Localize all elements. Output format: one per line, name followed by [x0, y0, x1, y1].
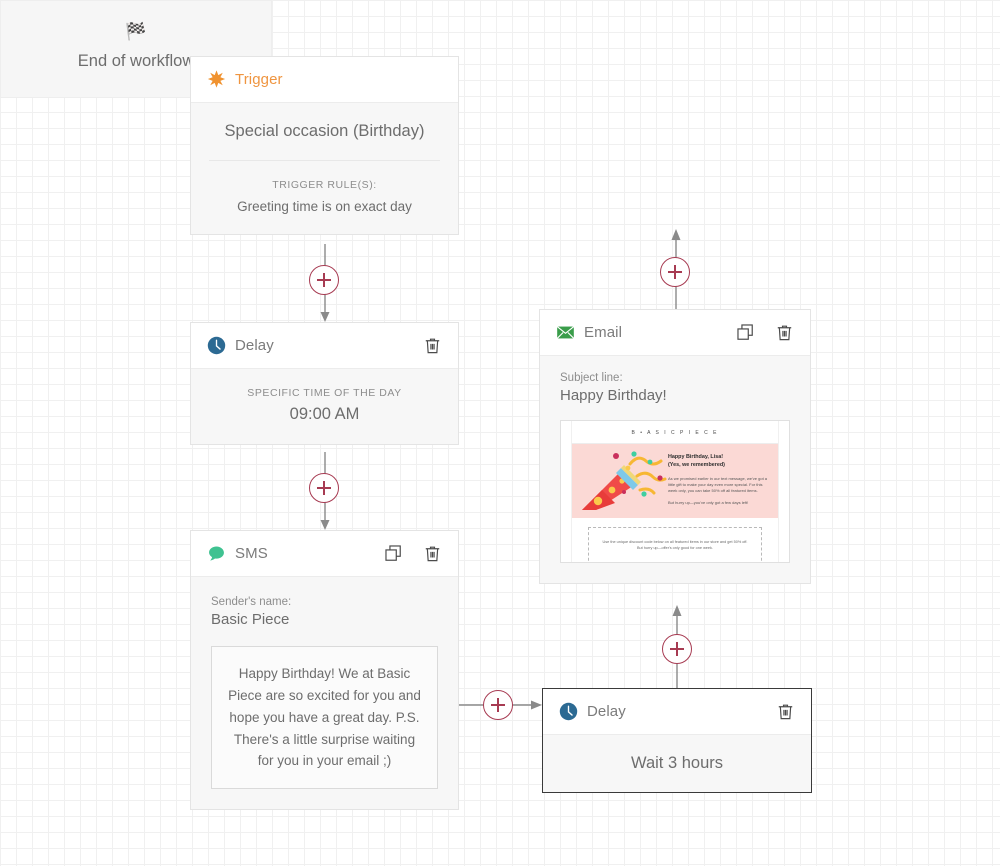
trigger-node-header: Trigger — [191, 57, 458, 103]
add-step-after-delay-1[interactable] — [309, 473, 339, 503]
sms-node[interactable]: SMS Sender's name: Basic Piece Happy Bir… — [190, 530, 459, 811]
email-preview-heading-2: (Yes, we remembered) — [668, 462, 725, 469]
add-step-after-sms[interactable] — [483, 690, 513, 720]
email-preview-brand: B • A S I C P I E C E — [572, 421, 778, 444]
email-node[interactable]: Email Subject line: Happy Birthday! B • … — [539, 309, 811, 584]
clock-icon — [207, 336, 226, 355]
delay-node-1-caption: SPECIFIC TIME OF THE DAY — [247, 387, 402, 399]
copy-icon[interactable] — [736, 323, 755, 342]
delay-node-2[interactable]: Delay Wait 3 hours — [542, 688, 812, 793]
email-preview-paragraph-2: But hurry up—you've only got a few days … — [668, 499, 749, 505]
trigger-rules-caption: TRIGGER RULE(S): — [272, 179, 377, 191]
trigger-rule-value: Greeting time is on exact day — [237, 199, 412, 214]
email-preview-hero: Happy Birthday, Lisa! (Yes, we remembere… — [572, 444, 778, 518]
delay-node-1-body: SPECIFIC TIME OF THE DAY 09:00 AM — [191, 369, 458, 444]
copy-icon[interactable] — [384, 544, 403, 563]
email-node-actions — [736, 323, 794, 342]
delay-node-1[interactable]: Delay SPECIFIC TIME OF THE DAY 09:00 AM — [190, 322, 459, 445]
email-preview-coupon: Use the unique discount code below on al… — [588, 527, 762, 562]
delay-node-2-title: Delay — [587, 703, 626, 720]
delay-node-1-title: Delay — [235, 337, 274, 354]
sms-node-title: SMS — [235, 545, 268, 562]
email-node-title: Email — [584, 324, 623, 341]
trash-icon[interactable] — [775, 323, 794, 342]
workflow-canvas[interactable]: Trigger Special occasion (Birthday) TRIG… — [0, 0, 1000, 866]
delay-node-2-actions — [776, 702, 795, 721]
sms-node-actions — [384, 544, 442, 563]
delay-node-2-value: Wait 3 hours — [630, 754, 723, 772]
trigger-occasion-label: Special occasion (Birthday) — [224, 122, 425, 140]
trigger-node-title: Trigger — [235, 71, 283, 88]
email-subject-label: Subject line: — [560, 372, 623, 384]
email-preview-thumbnail[interactable]: B • A S I C P I E C E Happy Birthday, Li… — [560, 420, 790, 563]
add-step-after-trigger[interactable] — [309, 265, 339, 295]
speech-bubble-icon — [207, 544, 226, 563]
email-preview-heading-1: Happy Birthday, Lisa! — [668, 454, 724, 460]
trash-icon[interactable] — [423, 544, 442, 563]
checkered-flag-icon: 🏁 — [125, 22, 147, 41]
delay-node-1-actions — [423, 336, 442, 355]
add-step-after-delay-2[interactable] — [662, 634, 692, 664]
delay-node-2-header: Delay — [543, 689, 811, 735]
email-node-body: Subject line: Happy Birthday! B • A S I … — [540, 356, 810, 563]
sms-node-header: SMS — [191, 531, 458, 577]
email-node-header: Email — [540, 310, 810, 356]
party-popper-icon — [574, 448, 670, 518]
burst-star-icon — [207, 70, 226, 89]
trash-icon[interactable] — [423, 336, 442, 355]
email-preview-paragraph: As we promised earlier in our text messa… — [668, 475, 768, 493]
email-subject-value: Happy Birthday! — [560, 387, 667, 404]
delay-node-2-body: Wait 3 hours — [543, 735, 811, 792]
sms-sender-label: Sender's name: — [211, 596, 292, 608]
delay-node-1-header: Delay — [191, 323, 458, 369]
trash-icon[interactable] — [776, 702, 795, 721]
sms-sender-value: Basic Piece — [211, 611, 290, 628]
sms-message-body: Happy Birthday! We at Basic Piece are so… — [211, 646, 438, 790]
clock-icon — [559, 702, 578, 721]
add-step-after-email[interactable] — [660, 257, 690, 287]
trigger-node-body: Special occasion (Birthday) TRIGGER RULE… — [191, 103, 458, 234]
envelope-icon — [556, 323, 575, 342]
sms-node-body: Sender's name: Basic Piece Happy Birthda… — [191, 577, 458, 790]
trigger-node[interactable]: Trigger Special occasion (Birthday) TRIG… — [190, 56, 459, 235]
delay-node-1-value: 09:00 AM — [289, 405, 360, 423]
